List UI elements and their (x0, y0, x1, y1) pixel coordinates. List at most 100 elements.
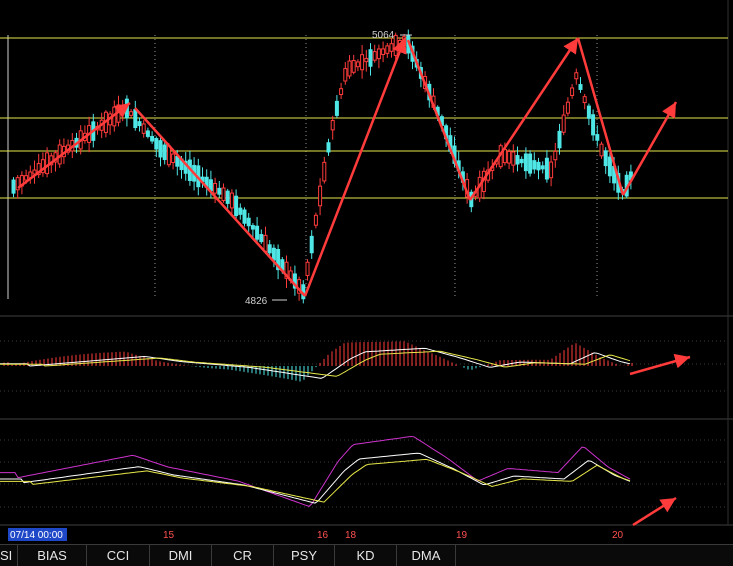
candle-body (574, 72, 579, 80)
candle-body (326, 142, 331, 153)
candle-body (507, 151, 512, 164)
candle-body (385, 45, 390, 54)
candle-body (570, 87, 575, 96)
kdj-d-line (0, 458, 631, 503)
candle-body (389, 43, 394, 52)
candle-body (561, 114, 566, 133)
candlestick-series (11, 29, 633, 304)
tab-dma[interactable]: DMA (397, 545, 456, 566)
candle-body (225, 190, 230, 204)
candle-body (162, 144, 167, 161)
candle-body (603, 150, 608, 167)
candle-body (347, 60, 352, 77)
candle-body (234, 195, 239, 217)
candle-body (11, 179, 16, 194)
candle-body (259, 234, 264, 243)
candle-body (343, 68, 348, 82)
candle-body (364, 58, 369, 63)
price-high-label: 5064 (372, 30, 395, 41)
candle-body (607, 156, 612, 177)
candle-body (154, 138, 159, 150)
candle-body (381, 48, 386, 55)
candle-body (229, 192, 234, 209)
candle-body (582, 96, 587, 104)
kdj-panel (0, 435, 631, 507)
tab-bias[interactable]: BIAS (18, 545, 87, 566)
tab-psy[interactable]: PSY (274, 545, 335, 566)
candle-body (158, 140, 163, 158)
macd-panel (0, 341, 633, 382)
candle-body (591, 114, 596, 136)
candle-body (250, 225, 255, 230)
candle-body (175, 155, 180, 167)
candle-body (334, 100, 339, 116)
candle-body (305, 261, 310, 276)
chart-grid (0, 0, 733, 526)
candle-body (549, 161, 554, 179)
candle-body (263, 234, 268, 253)
trend-arrow (406, 39, 472, 201)
candle-body (557, 130, 562, 149)
trend-arrow (632, 496, 677, 527)
candle-body (393, 34, 398, 56)
candle-body (213, 182, 218, 194)
candle-body (565, 101, 570, 114)
candle-body (242, 209, 247, 224)
candle-body (372, 51, 377, 61)
candle-body (133, 109, 138, 129)
candle-body (318, 185, 323, 207)
trend-arrow (17, 102, 131, 189)
price-low-label: 4826 (245, 296, 268, 307)
candle-body (145, 130, 150, 137)
candle-body (586, 105, 591, 119)
tab-dmi[interactable]: DMI (150, 545, 212, 566)
trend-arrow (629, 353, 691, 376)
candle-body (523, 153, 528, 172)
candle-body (129, 111, 134, 116)
date-label-0: 07/14 00:00 (10, 530, 63, 541)
date-label-5: 20 (612, 530, 624, 541)
tab-kd[interactable]: KD (335, 545, 397, 566)
tab-cr[interactable]: CR (212, 545, 274, 566)
candle-body (368, 49, 373, 67)
candle-body (351, 60, 356, 73)
candle-body (141, 123, 146, 134)
candle-body (376, 48, 381, 60)
candle-body (255, 225, 260, 240)
candle-body (360, 54, 365, 71)
date-label-3: 18 (345, 530, 357, 541)
trend-arrow (576, 37, 625, 196)
candle-body (45, 152, 50, 175)
candle-body (599, 143, 604, 157)
candle-body (271, 247, 276, 261)
candle-body (544, 157, 549, 180)
tab-cci[interactable]: CCI (87, 545, 150, 566)
candle-body (217, 187, 222, 195)
tab-si[interactable]: SI (0, 545, 18, 566)
candle-body (532, 160, 537, 170)
candle-body (511, 151, 516, 166)
candle-body (24, 175, 29, 181)
candle-body (238, 207, 243, 215)
candle-body (267, 244, 272, 254)
candle-body (536, 161, 541, 171)
candle-body (330, 120, 335, 131)
trend-arrow (134, 107, 306, 297)
candle-body (540, 165, 545, 170)
candle-body (515, 155, 520, 165)
candle-body (124, 98, 129, 119)
candle-body (519, 158, 524, 164)
candle-body (150, 135, 155, 142)
trading-chart[interactable]: 5064 4826 07/14 00:00 15 16 18 19 20 (0, 0, 733, 565)
candle-body (578, 84, 583, 90)
candle-body (309, 235, 314, 254)
date-label-1: 15 (163, 530, 175, 541)
candle-body (339, 88, 344, 96)
kdj-k-line (0, 452, 631, 504)
candle-body (595, 134, 600, 141)
indicator-tab-bar: SI BIAS CCI DMI CR PSY KD DMA (0, 544, 733, 566)
candle-body (553, 150, 558, 161)
date-label-4: 19 (456, 530, 468, 541)
date-axis: 07/14 00:00 15 16 18 19 20 (8, 528, 624, 541)
candle-body (355, 61, 360, 68)
